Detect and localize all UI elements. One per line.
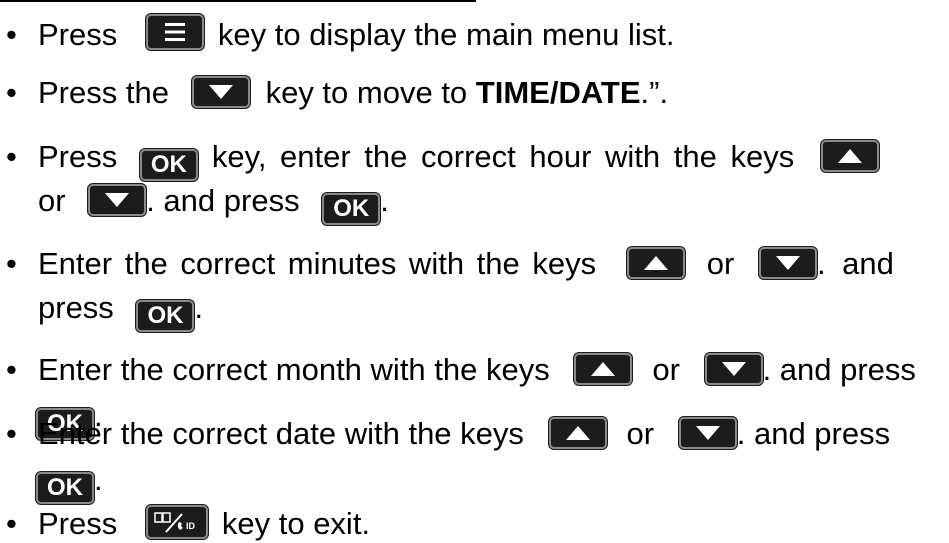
up-arrow-key-icon xyxy=(626,247,685,279)
ok-key-icon: OK xyxy=(139,149,198,181)
step-text: key, enter the correct hour with the key… xyxy=(211,139,795,174)
down-arrow-key-icon xyxy=(758,247,817,279)
up-arrow-key-icon xyxy=(574,353,633,385)
step-text: or xyxy=(652,352,680,387)
up-arrow-key-icon xyxy=(820,140,879,172)
bullet: • xyxy=(6,506,17,541)
menu-key-icon xyxy=(145,14,204,50)
step-text: Press xyxy=(38,17,118,52)
phonebook-callerid-key-icon: ID xyxy=(145,505,208,539)
step-text: . and press xyxy=(146,183,300,218)
step-text: Enter the correct date with the keys xyxy=(38,416,524,451)
down-arrow-key-icon xyxy=(88,184,147,216)
step-text: key to move to xyxy=(265,75,468,110)
down-arrow-key-icon xyxy=(678,417,737,449)
bullet: • xyxy=(6,139,17,174)
step-1-line: • Press key to display the main menu list… xyxy=(6,14,674,51)
step-text: Enter the correct minutes with the keys xyxy=(38,246,597,281)
step-text: . and press xyxy=(736,416,891,451)
step-6-line-2: OK. xyxy=(36,463,103,504)
bullet: • xyxy=(6,75,17,110)
step-text: Press xyxy=(38,139,118,174)
bullet: • xyxy=(6,352,17,387)
top-rule xyxy=(0,0,476,2)
bullet: • xyxy=(6,17,17,52)
step-bold-text: TIME/DATE xyxy=(475,75,641,110)
step-text: . xyxy=(94,462,103,497)
step-4-line-2: press OK. xyxy=(38,291,203,332)
step-text: . and press xyxy=(762,352,916,387)
step-7-line: • Press ID key to exit. xyxy=(6,505,370,540)
step-text: Press xyxy=(38,506,118,541)
ok-key-icon: OK xyxy=(136,300,195,332)
step-3-line-2: or . and press OK. xyxy=(38,184,389,225)
step-text: key to display the main menu list. xyxy=(217,17,675,52)
step-text: or xyxy=(706,246,735,281)
step-6-line-1: • Enter the correct date with the keys or… xyxy=(6,417,890,450)
bullet: • xyxy=(6,416,17,451)
step-text: . xyxy=(194,290,204,325)
step-text: key to exit. xyxy=(221,506,371,541)
step-text: . and xyxy=(816,246,894,281)
step-text: Press the xyxy=(38,75,169,110)
step-5-line-1: • Enter the correct month with the keys o… xyxy=(6,353,916,386)
step-text: Enter the correct month with the keys xyxy=(38,352,550,387)
step-3-line-1: • Press OK key, enter the correct hour wit… xyxy=(6,140,879,181)
step-4-line-1: • Enter the correct minutes with the keys… xyxy=(6,247,894,280)
id-label: ID xyxy=(186,521,196,531)
down-arrow-key-icon xyxy=(191,76,250,108)
bullet: • xyxy=(6,246,17,281)
step-text: or xyxy=(626,416,655,451)
step-text: . xyxy=(380,183,389,218)
ok-key-icon: OK xyxy=(322,193,381,225)
up-arrow-key-icon xyxy=(548,417,607,449)
step-text: press xyxy=(38,290,114,325)
step-text: .”. xyxy=(640,75,669,110)
down-arrow-key-icon xyxy=(704,353,763,385)
ok-key-icon: OK xyxy=(36,472,94,504)
step-text: or xyxy=(38,183,66,218)
step-2-line: • Press the key to move to TIME/DATE.”. xyxy=(6,76,668,109)
